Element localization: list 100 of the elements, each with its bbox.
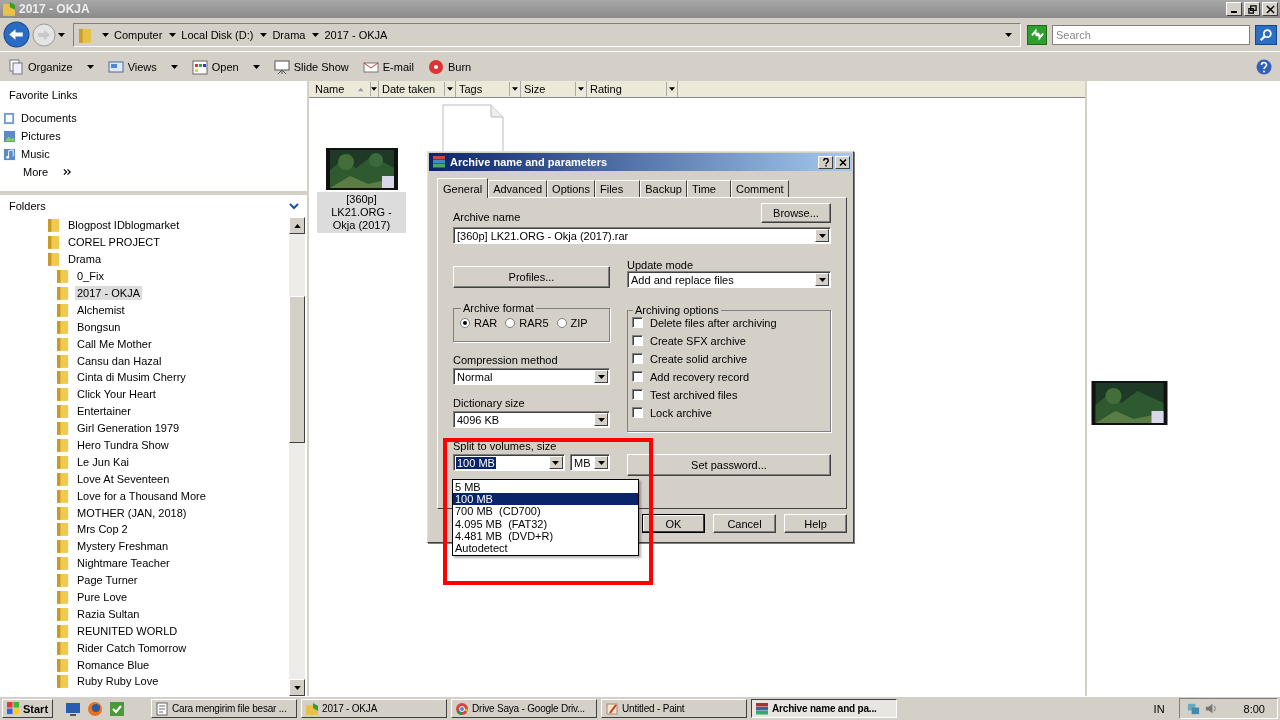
folder-item[interactable]: Cansu dan Hazal: [75, 353, 164, 368]
checkbox[interactable]: [632, 371, 643, 382]
caret-icon[interactable]: [597, 417, 605, 422]
folder-item[interactable]: Rider Catch Tomorrow: [75, 640, 189, 655]
profiles-button[interactable]: Profiles...: [453, 266, 610, 288]
folder-item[interactable]: Love At Seventeen: [75, 471, 172, 486]
tab[interactable]: Options: [547, 180, 595, 197]
minimize-button[interactable]: [1226, 2, 1242, 16]
checkbox-option[interactable]: Test archived files: [632, 388, 824, 401]
favorite-link[interactable]: Music: [5, 147, 307, 161]
taskbar-button[interactable]: 2017 - OKJA: [301, 699, 448, 718]
checkbox-option[interactable]: Lock archive: [632, 406, 824, 419]
folder-item[interactable]: Mystery Freshman: [75, 539, 171, 554]
dropdown-option[interactable]: 100 MB: [453, 493, 638, 506]
favorite-link[interactable]: Documents: [5, 111, 307, 125]
arrow-down-icon[interactable]: [293, 685, 301, 690]
column-header[interactable]: Name: [312, 81, 379, 97]
taskbar-button[interactable]: Archive name and pa...: [751, 699, 898, 718]
caret-icon[interactable]: [669, 87, 675, 91]
checkbox-option[interactable]: Delete files after archiving: [632, 316, 824, 329]
split-size-combo[interactable]: 100 MB: [453, 454, 565, 471]
close-button[interactable]: [835, 155, 850, 169]
folder-item[interactable]: Cinta di Musim Cherry: [75, 370, 188, 385]
taskbar-button[interactable]: Untitled - Paint: [601, 699, 748, 718]
taskbar-button[interactable]: Drive Saya - Google Driv...: [451, 699, 598, 718]
breadcrumb[interactable]: 2017 - OKJA: [324, 28, 388, 41]
refresh-button[interactable]: [1027, 24, 1047, 45]
language-indicator[interactable]: IN: [1153, 702, 1165, 715]
tab[interactable]: Files: [595, 180, 641, 197]
back-button[interactable]: [3, 21, 30, 48]
arrow-up-icon[interactable]: [293, 223, 301, 228]
folder-item[interactable]: MOTHER (JAN, 2018): [75, 505, 189, 520]
browser-icon[interactable]: [87, 700, 104, 717]
folder-item[interactable]: Nightmare Teacher: [75, 556, 172, 571]
folder-item[interactable]: Mrs Cop 2: [75, 522, 130, 537]
dropdown-option[interactable]: 4.481 MB (DVD+R): [453, 529, 638, 542]
tab[interactable]: Time: [686, 180, 731, 197]
browse-button[interactable]: Browse...: [761, 203, 831, 223]
dialog-button[interactable]: OK: [642, 514, 705, 533]
toolbar-button[interactable]: Views: [105, 56, 180, 77]
tab[interactable]: Comment: [731, 180, 789, 197]
dialog-button[interactable]: Help: [784, 514, 847, 533]
toolbar-button[interactable]: Organize: [6, 56, 96, 77]
radio-option[interactable]: RAR5: [505, 317, 549, 329]
folder-item[interactable]: Razia Sultan: [75, 606, 142, 621]
folder-item[interactable]: Alchemist: [75, 302, 127, 317]
address-bar[interactable]: Computer Local Disk (D:) Drama 2017 - OKJA: [73, 22, 1021, 47]
desktop-icon[interactable]: [65, 700, 82, 717]
network-icon[interactable]: [1185, 701, 1201, 716]
column-header[interactable]: Size: [521, 81, 587, 97]
breadcrumb[interactable]: Local Disk (D:): [181, 28, 254, 41]
checkbox-option[interactable]: Add recovery record: [632, 370, 824, 383]
folder-item[interactable]: Click Your Heart: [75, 387, 158, 402]
folder-item[interactable]: Le Jun Kai: [75, 454, 131, 469]
folder-item[interactable]: 2017 - OKJA: [75, 286, 142, 300]
restore-button[interactable]: [1244, 2, 1260, 16]
folder-item[interactable]: Hero Tundra Show: [75, 438, 171, 452]
caret-icon[interactable]: [447, 87, 453, 91]
tab[interactable]: Backup: [640, 180, 687, 197]
app-icon[interactable]: [109, 700, 126, 717]
set-password-button[interactable]: Set password...: [627, 454, 831, 476]
checkbox[interactable]: [632, 353, 643, 364]
dropdown-option[interactable]: Autodetect: [453, 541, 638, 555]
tab[interactable]: Advanced: [488, 180, 548, 197]
caret-icon[interactable]: [578, 87, 584, 91]
caret-icon[interactable]: [512, 87, 518, 91]
checkbox[interactable]: [632, 335, 643, 346]
radio-button[interactable]: [556, 318, 567, 328]
radio-button[interactable]: [505, 318, 516, 328]
checkbox-option[interactable]: Create solid archive: [632, 352, 824, 365]
dictionary-combo[interactable]: 4096 KB: [453, 411, 610, 428]
toolbar-button[interactable]: Burn: [425, 56, 474, 77]
folder-item[interactable]: Call Me Mother: [75, 336, 154, 351]
folder-item[interactable]: Drama: [66, 252, 103, 267]
radio-option[interactable]: ZIP: [556, 317, 588, 329]
checkbox[interactable]: [632, 389, 643, 400]
column-header[interactable]: Rating: [587, 81, 678, 97]
folder-item[interactable]: Entertainer: [75, 404, 133, 419]
scrollbar[interactable]: [289, 217, 305, 696]
file-name[interactable]: [360p] LK21.ORG - Okja (2017): [317, 192, 406, 233]
toolbar-button[interactable]: Open: [189, 56, 262, 77]
caret-icon[interactable]: [818, 277, 826, 282]
folder-item[interactable]: Pure Love: [75, 590, 130, 605]
column-header[interactable]: Date taken: [379, 81, 456, 97]
start-button[interactable]: Start: [2, 699, 54, 718]
dropdown-option[interactable]: 4.095 MB (FAT32): [453, 517, 638, 530]
chevron-down-icon[interactable]: [289, 202, 299, 210]
folder-item[interactable]: Ruby Ruby Love: [75, 674, 161, 689]
taskbar-button[interactable]: Cara mengirim file besar ...: [151, 699, 298, 718]
toolbar-button[interactable]: E-mail: [360, 56, 416, 77]
folder-item[interactable]: Bongsun: [75, 319, 123, 334]
search-field[interactable]: Search: [1052, 24, 1250, 45]
favorite-link[interactable]: Pictures: [5, 129, 307, 143]
dropdown-arrow-icon[interactable]: [1005, 32, 1012, 37]
checkbox-option[interactable]: Create SFX archive: [632, 334, 824, 347]
unit-combo[interactable]: MB: [570, 454, 610, 471]
dropdown-option[interactable]: 5 MB: [453, 481, 638, 494]
caret-icon[interactable]: [597, 460, 605, 465]
folder-item[interactable]: Romance Blue: [75, 657, 152, 672]
folder-item[interactable]: 0_Fix: [75, 269, 106, 284]
